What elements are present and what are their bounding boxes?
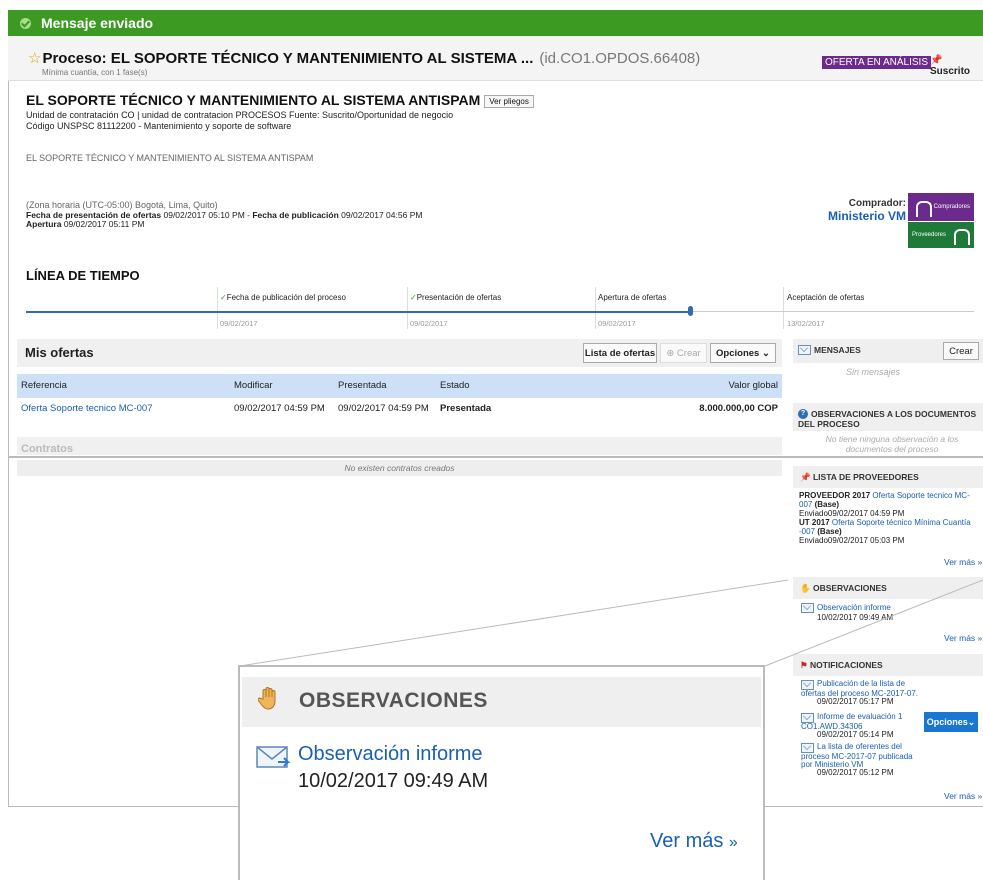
zoom-observacion-link[interactable]: Observación informe — [298, 743, 483, 766]
envelope-icon — [256, 746, 290, 768]
zoom-title: OBSERVACIONES — [299, 689, 488, 712]
zoom-ver-mas-label: Ver más — [650, 830, 724, 852]
zoom-observacion-date: 10/02/2017 09:49 AM — [298, 770, 489, 792]
chevron-right-icon: » — [728, 834, 738, 851]
hand-icon — [258, 687, 276, 710]
zoom-callout: OBSERVACIONES Observación informe 10/02/… — [238, 665, 765, 880]
zoom-ver-mas-link[interactable]: Ver más » — [650, 830, 738, 853]
